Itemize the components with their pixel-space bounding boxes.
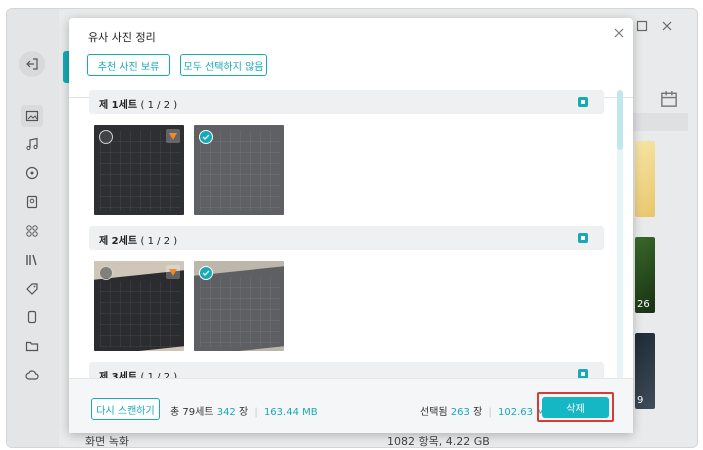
selected-label: 선택됨 — [420, 407, 448, 418]
books-icon[interactable] — [21, 249, 43, 271]
recommended-badge-icon — [166, 265, 180, 279]
divider: | — [488, 407, 492, 418]
set-count: ( 1 / 2 ) — [140, 100, 178, 111]
set-select-checkbox[interactable] — [578, 97, 588, 107]
photo-thumbnail[interactable] — [94, 261, 184, 351]
unchecked-circle-icon[interactable] — [99, 130, 113, 144]
checked-circle-icon[interactable] — [199, 266, 213, 280]
thumbnail-label: 26 — [637, 299, 650, 310]
calendar-icon[interactable] — [659, 89, 679, 107]
photo-thumbnail[interactable] — [194, 261, 284, 351]
total-sets: 총 79세트 — [170, 407, 214, 418]
selected-summary: 선택됨 263 장 | 102.63 MB — [420, 403, 552, 418]
unchecked-circle-icon[interactable] — [99, 266, 113, 280]
deselect-all-button[interactable]: 모두 선택하지 않음 — [180, 54, 267, 76]
app-filter-bar — [632, 113, 688, 131]
set-title: 제 1세트 — [99, 100, 138, 111]
set-select-checkbox[interactable] — [578, 233, 588, 243]
scrollbar-thumb[interactable] — [617, 90, 623, 150]
similar-photos-dialog: 유사 사진 정리 추천 사진 보류 모두 선택하지 않음 제 1세트 ( 1 /… — [69, 18, 633, 433]
maximize-icon[interactable] — [635, 19, 649, 33]
folder-icon[interactable] — [21, 335, 43, 357]
set-title: 제 2세트 — [99, 236, 138, 247]
app-thumbnail[interactable] — [635, 141, 655, 217]
thumbnail-label: 9 — [637, 395, 644, 406]
photo-thumbnail[interactable] — [194, 125, 284, 215]
recommended-badge-icon — [166, 129, 180, 143]
rescan-button[interactable]: 다시 스캔하기 — [91, 398, 160, 420]
set-count: ( 1 / 2 ) — [140, 236, 178, 247]
apps-icon[interactable] — [21, 220, 43, 242]
dialog-footer: 다시 스캔하기 총 79세트 342 장 | 163.44 MB 선택됨 263… — [69, 378, 633, 433]
photo-sets-list[interactable]: 제 1세트 ( 1 / 2 ) 제 2세트 ( 1 / 2 ) 제 3세트 (… — [84, 90, 618, 380]
scrollbar[interactable] — [617, 90, 623, 380]
total-summary: 총 79세트 342 장 | 163.44 MB — [170, 403, 318, 418]
selected-photo-count: 263 — [450, 407, 470, 418]
dialog-title: 유사 사진 정리 — [88, 31, 156, 44]
divider: | — [254, 407, 258, 418]
keep-recommended-button[interactable]: 추천 사진 보류 — [87, 54, 170, 76]
app-sidebar — [7, 9, 59, 447]
back-icon[interactable] — [19, 51, 45, 77]
item-count-status: 1082 항목, 4.22 GB — [387, 435, 490, 448]
photo-thumbnail[interactable] — [94, 125, 184, 215]
total-size: 163.44 MB — [263, 407, 318, 418]
set-header: 제 1세트 ( 1 / 2 ) — [89, 90, 604, 114]
video-icon[interactable] — [21, 162, 43, 184]
set-header: 제 2세트 ( 1 / 2 ) — [89, 226, 604, 250]
contacts-icon[interactable] — [21, 191, 43, 213]
cloud-icon[interactable] — [21, 364, 43, 386]
phone-icon[interactable] — [21, 306, 43, 328]
photos-icon[interactable] — [21, 105, 43, 127]
selected-unit: 장 — [473, 407, 483, 418]
music-icon[interactable] — [21, 133, 43, 155]
screen-recording-label[interactable]: 화면 녹화 — [85, 433, 129, 447]
tag-icon[interactable] — [21, 278, 43, 300]
total-unit: 장 — [238, 407, 249, 418]
window-close-icon[interactable] — [660, 19, 674, 33]
delete-button[interactable]: 삭제 — [542, 397, 609, 418]
total-photo-count: 342 — [216, 407, 236, 418]
checked-circle-icon[interactable] — [199, 130, 213, 144]
close-icon[interactable] — [612, 26, 626, 40]
